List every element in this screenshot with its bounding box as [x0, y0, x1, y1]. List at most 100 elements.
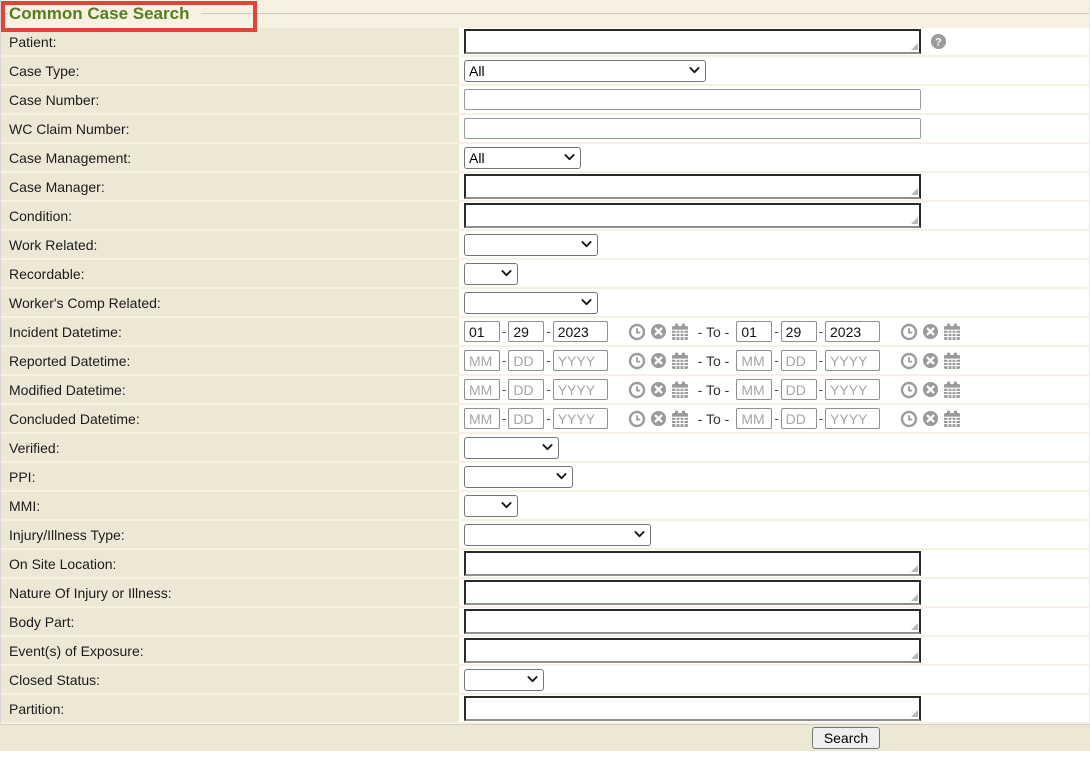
reported-datetime-to-mm-input[interactable] — [736, 350, 772, 371]
field-label-cell: Worker's Comp Related: — [1, 289, 459, 316]
verified-select[interactable] — [464, 437, 559, 459]
reported-datetime-from-mm-input[interactable] — [464, 350, 500, 371]
case-management-select[interactable]: All — [464, 147, 581, 169]
field-label: Closed Status: — [9, 672, 100, 688]
concluded-datetime-from-dd-input[interactable] — [508, 408, 544, 429]
field-label-cell: WC Claim Number: — [1, 115, 459, 142]
nature-of-injury-or-illness-textarea[interactable] — [464, 580, 921, 605]
clear-circle-icon[interactable] — [650, 410, 667, 427]
form-row: Injury/Illness Type: — [1, 521, 1089, 548]
common-case-search-panel: Common Case Search Patient:?Case Type:Al… — [0, 0, 1090, 725]
field-label-cell: Patient: — [1, 28, 459, 55]
case-manager-textarea[interactable] — [464, 174, 921, 199]
partition-textarea-wrap — [464, 696, 921, 721]
mmi-select[interactable] — [464, 495, 518, 517]
help-circle-icon[interactable]: ? — [930, 33, 947, 50]
calendar-icon[interactable] — [671, 323, 689, 341]
reported-datetime-to-dd-input[interactable] — [781, 350, 817, 371]
select-value: All — [469, 63, 485, 79]
concluded-datetime-from-yyyy-input[interactable] — [553, 408, 608, 429]
clear-circle-icon[interactable] — [922, 410, 939, 427]
clear-circle-icon[interactable] — [650, 323, 667, 340]
field-label-cell: Body Part: — [1, 608, 459, 635]
modified-datetime-from-mm-input[interactable] — [464, 379, 500, 400]
modified-datetime-to-mm-input[interactable] — [736, 379, 772, 400]
modified-datetime-to-yyyy-input[interactable] — [825, 379, 880, 400]
reported-datetime-to-yyyy-input[interactable] — [825, 350, 880, 371]
ppi-select[interactable] — [464, 466, 573, 488]
work-related-select[interactable] — [464, 234, 598, 256]
calendar-icon[interactable] — [943, 381, 961, 399]
incident-datetime-from-mm-input[interactable] — [464, 321, 500, 342]
body-part-textarea[interactable] — [464, 609, 921, 634]
field-input-cell: --- To --- — [459, 347, 1089, 374]
concluded-datetime-to-mm-input[interactable] — [736, 408, 772, 429]
field-input-cell — [459, 492, 1089, 519]
partition-textarea[interactable] — [464, 696, 921, 721]
calendar-icon[interactable] — [671, 410, 689, 428]
case-type-select[interactable]: All — [464, 60, 706, 82]
field-label-cell: PPI: — [1, 463, 459, 490]
calendar-icon[interactable] — [671, 352, 689, 370]
recordable-select[interactable] — [464, 263, 518, 285]
incident-datetime-to-dd-input[interactable] — [781, 321, 817, 342]
clear-circle-icon[interactable] — [922, 323, 939, 340]
form-row: Event(s) of Exposure: — [1, 637, 1089, 664]
reported-datetime-from-dd-input[interactable] — [508, 350, 544, 371]
field-label: Partition: — [9, 701, 64, 717]
reported-datetime-from-yyyy-input[interactable] — [553, 350, 608, 371]
field-label: Event(s) of Exposure: — [9, 643, 144, 659]
condition-textarea[interactable] — [464, 203, 921, 228]
worker-s-comp-related-select[interactable] — [464, 292, 598, 314]
clock-icon[interactable] — [900, 352, 918, 370]
form-row: On Site Location: — [1, 550, 1089, 577]
calendar-icon[interactable] — [943, 410, 961, 428]
calendar-icon[interactable] — [943, 352, 961, 370]
field-label: Modified Datetime: — [9, 382, 126, 398]
form-row: WC Claim Number: — [1, 115, 1089, 142]
clear-circle-icon[interactable] — [922, 352, 939, 369]
injury-illness-type-select[interactable] — [464, 524, 651, 546]
clock-icon[interactable] — [628, 381, 646, 399]
modified-datetime-from-yyyy-input[interactable] — [553, 379, 608, 400]
field-label-cell: Case Type: — [1, 57, 459, 84]
form-row: Recordable: — [1, 260, 1089, 287]
concluded-datetime-to-yyyy-input[interactable] — [825, 408, 880, 429]
modified-datetime-to-dd-input[interactable] — [781, 379, 817, 400]
incident-datetime-to-mm-input[interactable] — [736, 321, 772, 342]
modified-datetime-from-dd-input[interactable] — [508, 379, 544, 400]
clock-icon[interactable] — [628, 323, 646, 341]
concluded-datetime-from-mm-input[interactable] — [464, 408, 500, 429]
field-label: MMI: — [9, 498, 40, 514]
event-s-of-exposure-textarea[interactable] — [464, 638, 921, 663]
incident-datetime-from-yyyy-input[interactable] — [553, 321, 608, 342]
search-button[interactable]: Search — [812, 727, 880, 749]
event-s-of-exposure-textarea-wrap — [464, 638, 921, 663]
case-number-input[interactable] — [464, 89, 921, 110]
clock-icon[interactable] — [900, 410, 918, 428]
incident-datetime-from-dd-input[interactable] — [508, 321, 544, 342]
calendar-icon[interactable] — [943, 323, 961, 341]
form-row: Condition: — [1, 202, 1089, 229]
wc-claim-number-input[interactable] — [464, 118, 921, 139]
field-input-cell: --- To --- — [459, 376, 1089, 403]
on-site-location-textarea[interactable] — [464, 551, 921, 576]
incident-datetime-to-yyyy-input[interactable] — [825, 321, 880, 342]
field-input-cell — [459, 231, 1089, 258]
concluded-datetime-to-dd-input[interactable] — [781, 408, 817, 429]
clear-circle-icon[interactable] — [650, 381, 667, 398]
field-input-cell: --- To --- — [459, 318, 1089, 345]
calendar-icon[interactable] — [671, 381, 689, 399]
clear-circle-icon[interactable] — [650, 352, 667, 369]
clock-icon[interactable] — [900, 381, 918, 399]
field-input-cell — [459, 608, 1089, 635]
clock-icon[interactable] — [900, 323, 918, 341]
field-label-cell: On Site Location: — [1, 550, 459, 577]
clear-circle-icon[interactable] — [922, 381, 939, 398]
patient-textarea[interactable] — [464, 29, 921, 54]
clock-icon[interactable] — [628, 352, 646, 370]
closed-status-select[interactable] — [464, 669, 544, 691]
field-label: Reported Datetime: — [9, 353, 130, 369]
field-label: On Site Location: — [9, 556, 116, 572]
clock-icon[interactable] — [628, 410, 646, 428]
